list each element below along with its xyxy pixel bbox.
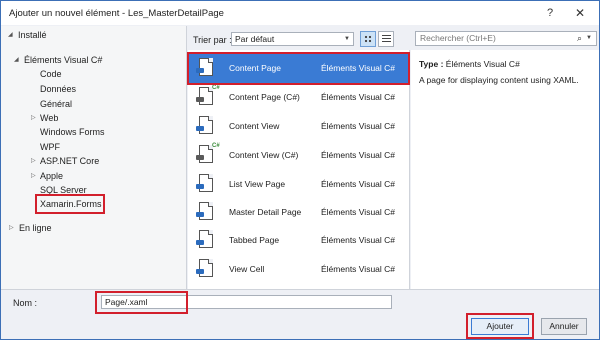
sort-dropdown[interactable]: Par défaut ▼ <box>231 32 354 46</box>
list-item-name: Content View <box>229 121 280 131</box>
title-bar: Ajouter un nouvel élément - Les_MasterDe… <box>1 1 599 25</box>
list-item-view-cell[interactable]: View Cell Éléments Visual C# <box>188 255 410 284</box>
tree-item-code[interactable]: Code <box>40 68 62 81</box>
xaml-page-icon <box>196 230 213 248</box>
sort-value: Par défaut <box>235 34 275 44</box>
list-item-tabbed-page[interactable]: Tabbed Page Éléments Visual C# <box>188 226 410 255</box>
tree-item-aspnet-core[interactable]: ASP.NET Core <box>40 155 99 168</box>
xaml-page-icon <box>196 202 213 220</box>
grid-view-icon <box>364 35 372 43</box>
name-label: Nom : <box>13 298 38 308</box>
tree-item-web[interactable]: Web <box>40 112 58 125</box>
tree-item-general[interactable]: Général <box>40 98 72 111</box>
tree-item-online[interactable]: En ligne <box>19 222 52 235</box>
collapsed-arrow-icon[interactable]: ▷ <box>31 155 36 168</box>
tree-item-visual-cs[interactable]: Éléments Visual C# <box>24 54 102 67</box>
cs-page-icon <box>196 145 213 163</box>
sort-label: Trier par : <box>193 35 232 45</box>
tree-item-wpf[interactable]: WPF <box>40 141 60 154</box>
grid-view-button[interactable] <box>360 31 376 47</box>
annotation-highlight-name <box>95 291 188 314</box>
tree-item-installed[interactable]: Installé <box>18 29 47 42</box>
list-item-master-detail-page[interactable]: Master Detail Page Éléments Visual C# <box>188 198 410 227</box>
list-item-category: Éléments Visual C# <box>321 150 396 160</box>
tree-item-donnees[interactable]: Données <box>40 83 76 96</box>
list-item-name: Content Page (C#) <box>229 92 300 102</box>
collapsed-arrow-icon[interactable]: ▷ <box>31 170 36 183</box>
list-view-button[interactable] <box>378 31 394 47</box>
list-item-name: List View Page <box>229 179 286 189</box>
list-item-list-view-page[interactable]: List View Page Éléments Visual C# <box>188 170 410 199</box>
chevron-down-icon: ▼ <box>344 36 350 42</box>
detail-type-value: Éléments Visual C# <box>445 59 520 69</box>
tree-item-apple[interactable]: Apple <box>40 170 63 183</box>
list-view-icon <box>382 35 391 44</box>
expanded-arrow-icon[interactable]: ◢ <box>8 29 13 42</box>
category-tree: ◢ Installé ◢ Éléments Visual C# Code Don… <box>1 26 187 289</box>
expanded-arrow-icon[interactable]: ◢ <box>14 54 19 67</box>
detail-type-label: Type : <box>419 59 444 69</box>
list-item-content-view[interactable]: Content View Éléments Visual C# <box>188 112 410 141</box>
template-details: Type : Éléments Visual C# A page for dis… <box>411 50 599 289</box>
cs-page-icon <box>196 87 213 105</box>
search-placeholder: Rechercher (Ctrl+E) <box>420 33 496 43</box>
list-item-name: Master Detail Page <box>229 207 302 217</box>
dialog-title: Ajouter un nouvel élément - Les_MasterDe… <box>9 8 224 19</box>
annotation-highlight-content-page <box>187 52 410 85</box>
list-item-category: Éléments Visual C# <box>321 92 396 102</box>
cancel-button[interactable]: Annuler <box>541 318 587 335</box>
list-item-category: Éléments Visual C# <box>321 179 396 189</box>
xaml-page-icon <box>196 259 213 277</box>
detail-description: A page for displaying content using XAML… <box>419 75 579 85</box>
search-input[interactable]: Rechercher (Ctrl+E) ⌕ ▼ <box>415 31 597 46</box>
collapsed-arrow-icon[interactable]: ▷ <box>31 112 36 125</box>
xaml-page-icon <box>196 174 213 192</box>
list-item-name: View Cell <box>229 264 265 274</box>
annotation-highlight-xamarin <box>35 194 105 214</box>
chevron-down-icon[interactable]: ▼ <box>586 32 592 45</box>
detail-type-line: Type : Éléments Visual C# <box>419 59 520 69</box>
list-item-category: Éléments Visual C# <box>321 121 396 131</box>
list-item-content-view-cs[interactable]: C# Content View (C#) Éléments Visual C# <box>188 141 410 170</box>
list-item-category: Éléments Visual C# <box>321 235 396 245</box>
collapsed-arrow-icon[interactable]: ▷ <box>9 222 14 235</box>
list-item-content-page-cs[interactable]: C# Content Page (C#) Éléments Visual C# <box>188 83 410 112</box>
csharp-badge-icon: C# <box>212 85 220 91</box>
list-item-category: Éléments Visual C# <box>321 207 396 217</box>
template-list: Content Page Éléments Visual C# C# Conte… <box>188 50 410 289</box>
xaml-page-icon <box>196 116 213 134</box>
tree-item-windows-forms[interactable]: Windows Forms <box>40 126 105 139</box>
list-item-category: Éléments Visual C# <box>321 264 396 274</box>
annotation-highlight-add <box>466 313 534 339</box>
search-icon[interactable]: ⌕ <box>577 32 582 45</box>
list-item-name: Tabbed Page <box>229 235 280 245</box>
close-button[interactable]: ✕ <box>569 5 591 21</box>
add-new-item-dialog: Ajouter un nouvel élément - Les_MasterDe… <box>0 0 600 340</box>
csharp-badge-icon: C# <box>212 143 220 149</box>
help-button[interactable]: ? <box>539 5 561 21</box>
list-item-name: Content View (C#) <box>229 150 299 160</box>
